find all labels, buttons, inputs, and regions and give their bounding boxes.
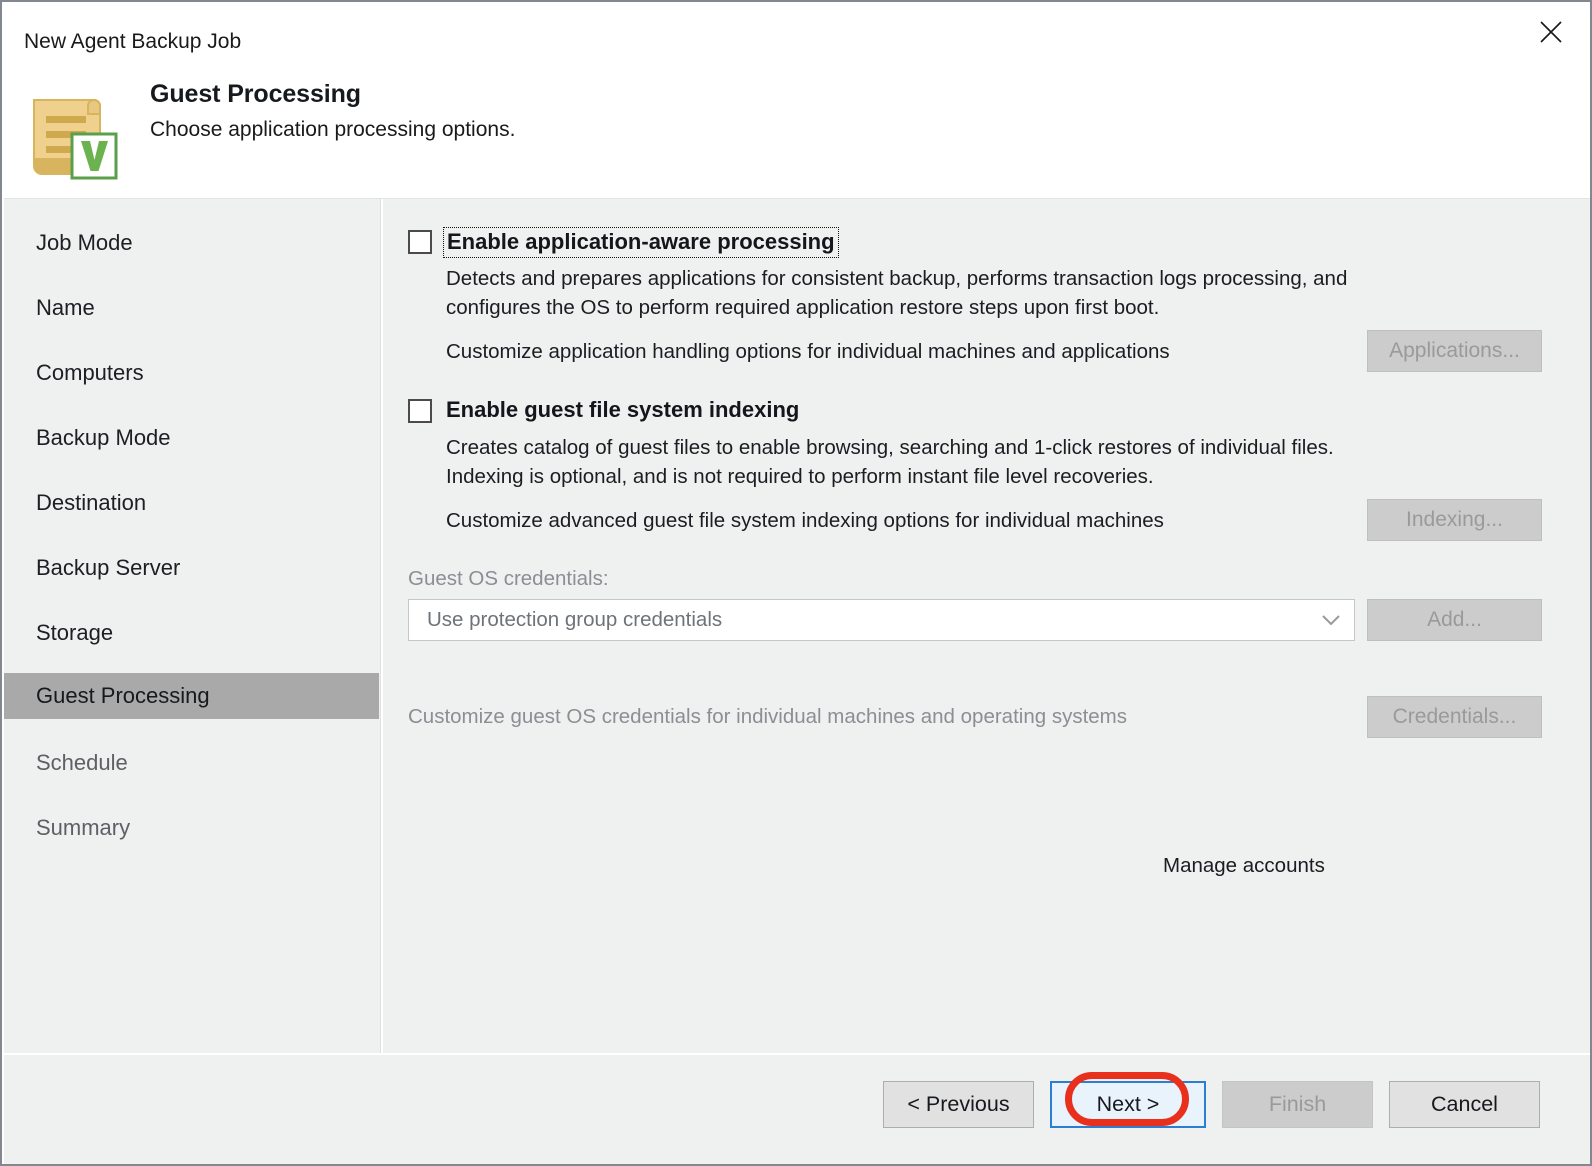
sidebar-item-label: Job Mode	[36, 230, 133, 255]
title-bar: New Agent Backup Job	[4, 4, 1590, 64]
sidebar-item-label: Schedule	[36, 750, 128, 775]
dialog-header: Guest Processing Choose application proc…	[4, 64, 1590, 198]
sidebar-item-name[interactable]: Name	[4, 285, 379, 331]
sidebar-item-label: Guest Processing	[36, 683, 210, 708]
sidebar-item-label: Computers	[36, 360, 144, 385]
guest-os-credentials-label: Guest OS credentials:	[408, 567, 609, 590]
document-scroll-veeam-icon	[26, 86, 122, 182]
page-title: Guest Processing	[150, 80, 361, 108]
sidebar-item-storage[interactable]: Storage	[4, 610, 379, 656]
indexing-description-line-2: Indexing is optional, and is not require…	[446, 465, 1154, 488]
app-aware-customize-text: Customize application handling options f…	[446, 340, 1170, 363]
chevron-down-icon	[1308, 600, 1354, 640]
app-aware-description-line-1: Detects and prepares applications for co…	[446, 267, 1348, 290]
indexing-customize-text: Customize advanced guest file system ind…	[446, 509, 1164, 532]
customize-guest-os-credentials-text: Customize guest OS credentials for indiv…	[408, 705, 1127, 728]
close-icon	[1538, 19, 1564, 45]
manage-accounts-link[interactable]: Manage accounts	[1163, 854, 1325, 878]
cancel-button[interactable]: Cancel	[1389, 1081, 1540, 1128]
previous-button[interactable]: < Previous	[883, 1081, 1034, 1128]
add-credentials-button[interactable]: Add...	[1367, 599, 1542, 641]
sidebar-item-job-mode[interactable]: Job Mode	[4, 220, 379, 266]
indexing-button[interactable]: Indexing...	[1367, 499, 1542, 541]
window-title: New Agent Backup Job	[24, 30, 242, 53]
applications-button[interactable]: Applications...	[1367, 330, 1542, 372]
sidebar-item-label: Summary	[36, 815, 131, 840]
sidebar-item-label: Backup Mode	[36, 425, 171, 450]
enable-application-aware-processing-label[interactable]: Enable application-aware processing	[443, 227, 839, 258]
sidebar-item-label: Storage	[36, 620, 114, 645]
finish-button[interactable]: Finish	[1222, 1081, 1373, 1128]
next-button[interactable]: Next >	[1050, 1081, 1206, 1128]
sidebar-item-schedule[interactable]: Schedule	[4, 740, 379, 786]
sidebar-item-destination[interactable]: Destination	[4, 480, 379, 526]
dialog-footer: < Previous Next > Finish Cancel	[4, 1053, 1590, 1164]
enable-guest-file-system-indexing-checkbox[interactable]	[408, 399, 432, 423]
indexing-description-line-1: Creates catalog of guest files to enable…	[446, 436, 1334, 459]
sidebar-item-label: Name	[36, 295, 95, 320]
enable-guest-file-system-indexing-label[interactable]: Enable guest file system indexing	[446, 397, 799, 423]
credentials-button[interactable]: Credentials...	[1367, 696, 1542, 738]
enable-application-aware-processing-checkbox[interactable]	[408, 230, 432, 254]
sidebar-item-computers[interactable]: Computers	[4, 350, 379, 396]
dialog-body: Job Mode Name Computers Backup Mode Dest…	[4, 198, 1590, 1053]
sidebar-item-guest-processing[interactable]: Guest Processing	[4, 673, 379, 719]
content-pane: Enable application-aware processing Dete…	[383, 199, 1590, 1053]
app-aware-description-line-2: configures the OS to perform required ap…	[446, 296, 1160, 319]
guest-os-credentials-select[interactable]: Use protection group credentials	[408, 599, 1355, 641]
sidebar-item-label: Destination	[36, 490, 147, 515]
guest-os-credentials-value: Use protection group credentials	[427, 608, 723, 631]
sidebar-item-label: Backup Server	[36, 555, 181, 580]
close-button[interactable]	[1520, 4, 1582, 60]
sidebar-item-backup-server[interactable]: Backup Server	[4, 545, 379, 591]
sidebar-item-backup-mode[interactable]: Backup Mode	[4, 415, 379, 461]
wizard-step-sidebar: Job Mode Name Computers Backup Mode Dest…	[4, 199, 379, 1053]
new-agent-backup-job-dialog: New Agent Backup Job Guest Processing Ch…	[0, 0, 1592, 1166]
page-subtitle: Choose application processing options.	[150, 118, 516, 141]
sidebar-item-summary[interactable]: Summary	[4, 805, 379, 851]
